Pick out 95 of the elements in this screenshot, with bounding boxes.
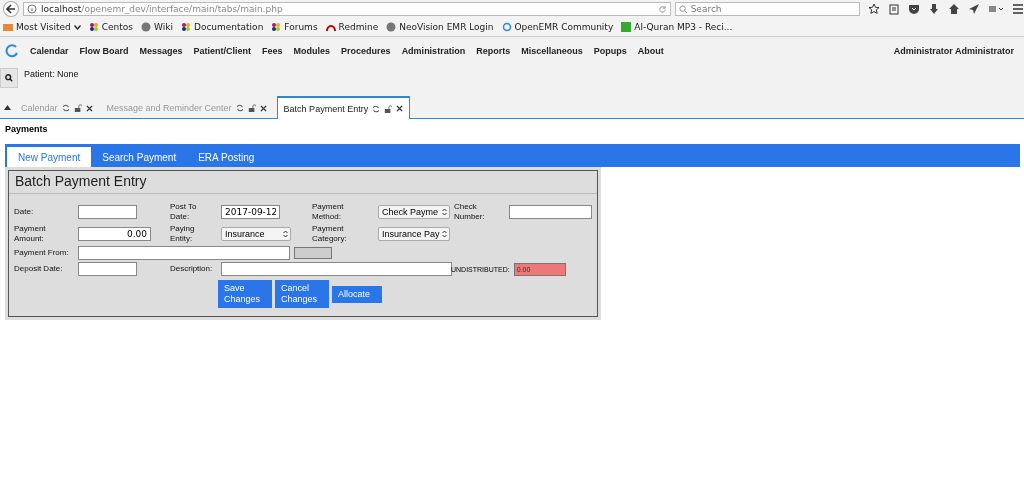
field-label: Payment Method: xyxy=(312,202,345,222)
field-label: Description: xyxy=(170,264,214,274)
caret-icon xyxy=(73,24,81,30)
address-bar[interactable]: localhost/openemr_dev/interface/main/tabs/main.php xyxy=(22,2,671,16)
bookmark[interactable]: Wiki xyxy=(141,22,173,32)
patient-label: Patient: None xyxy=(24,69,79,79)
date-field[interactable]: 2017-09-12 xyxy=(221,205,280,219)
bookmark[interactable]: OpenEMR Community xyxy=(501,22,614,32)
arc-icon xyxy=(325,22,336,32)
bookmark[interactable]: Documentation xyxy=(180,22,264,32)
arrow-icon xyxy=(4,3,17,15)
lock-icon[interactable] xyxy=(384,104,393,113)
search-icon xyxy=(5,74,13,82)
square-icon xyxy=(621,22,632,32)
field-label: Post To Date: xyxy=(170,202,198,222)
back-button[interactable] xyxy=(3,1,19,17)
menu-icon[interactable] xyxy=(1012,3,1024,15)
action-button[interactable]: Save Changes xyxy=(218,280,272,308)
star-icon[interactable] xyxy=(868,3,880,15)
send-icon[interactable] xyxy=(968,3,980,15)
lock-icon[interactable] xyxy=(247,104,256,112)
refresh-icon[interactable] xyxy=(61,104,70,112)
download-icon[interactable] xyxy=(928,3,940,15)
input-field[interactable] xyxy=(221,262,452,276)
field-label: Check Number: xyxy=(454,202,486,222)
url-text: localhost/openemr_dev/interface/main/tabs/main.php xyxy=(40,4,284,14)
flower-icon xyxy=(88,22,99,32)
field-label: Payment Category: xyxy=(312,224,348,244)
globe-icon xyxy=(386,22,397,32)
bookmark[interactable]: NeoVision EMR Login xyxy=(386,22,494,32)
lookup-box[interactable] xyxy=(294,247,332,259)
form-title: Batch Payment Entry xyxy=(9,171,597,194)
tab[interactable]: New Payment xyxy=(7,147,92,167)
search-icon xyxy=(678,4,688,14)
refresh-icon[interactable] xyxy=(235,104,244,112)
clipboard-icon[interactable] xyxy=(888,3,900,15)
close-icon[interactable] xyxy=(396,105,404,112)
pocket-icon[interactable] xyxy=(908,3,920,15)
folder-icon xyxy=(3,22,13,32)
select-field[interactable]: Insurance Pay xyxy=(378,227,450,241)
extension-icon[interactable] xyxy=(988,3,1004,15)
input-field[interactable] xyxy=(509,205,592,219)
refresh-icon[interactable] xyxy=(372,104,381,113)
home-icon[interactable] xyxy=(948,3,960,15)
bookmark[interactable]: Most Visited xyxy=(3,22,81,32)
ring-icon xyxy=(501,22,512,32)
updown-icon xyxy=(283,230,288,238)
menu-item[interactable]: Calendar xyxy=(30,46,69,56)
field-label: Payment Amount: xyxy=(14,224,47,244)
bookmark[interactable]: Al-Quran MP3 - Reci... xyxy=(621,22,733,32)
updown-icon xyxy=(442,230,447,238)
globe-icon xyxy=(141,22,152,32)
select-field[interactable]: Insurance xyxy=(221,227,291,241)
info-icon xyxy=(26,4,37,14)
search-input[interactable]: Search xyxy=(690,4,851,14)
bookmark[interactable]: Forums xyxy=(271,22,318,32)
date-field[interactable] xyxy=(78,262,137,276)
action-button[interactable]: Cancel Changes xyxy=(275,280,329,308)
menu-item[interactable]: Flow Board xyxy=(79,46,129,56)
logo-icon[interactable] xyxy=(5,44,19,58)
bookmark[interactable]: Redmine xyxy=(325,22,379,32)
menu-item[interactable]: Administration xyxy=(401,46,466,56)
flower-icon xyxy=(271,22,282,32)
collapse-icon[interactable] xyxy=(4,105,11,110)
tab[interactable]: Batch Payment Entry xyxy=(276,96,411,119)
select-field[interactable]: Check Payme xyxy=(378,205,450,219)
menu-item[interactable]: Messages xyxy=(139,46,183,56)
input-field[interactable] xyxy=(78,246,290,260)
tab[interactable]: Search Payment xyxy=(91,147,188,167)
search-button[interactable] xyxy=(0,68,18,88)
updown-icon xyxy=(442,208,447,216)
field-label: Deposit Date: xyxy=(14,264,64,274)
close-icon[interactable] xyxy=(85,104,93,112)
flower-icon xyxy=(180,22,191,32)
page-title: Payments xyxy=(5,124,49,136)
menu-item[interactable]: Miscellaneous xyxy=(521,46,583,56)
menu-item[interactable]: Fees xyxy=(262,46,283,56)
menu-item[interactable]: About xyxy=(637,46,664,56)
lock-icon[interactable] xyxy=(73,104,82,112)
search-field[interactable]: Search xyxy=(674,2,860,16)
tab[interactable]: ERA Posting xyxy=(187,147,266,167)
menu-item[interactable]: Popups xyxy=(593,46,627,56)
action-button[interactable]: Allocate xyxy=(332,285,382,303)
user-name[interactable]: Administrator Administrator xyxy=(893,46,1014,56)
field-label: Date: xyxy=(14,207,35,217)
amount-field[interactable]: 0.00 xyxy=(78,227,151,241)
menu-item[interactable]: Modules xyxy=(293,46,331,56)
bookmark[interactable]: Centos xyxy=(88,22,134,32)
field-label: Payment From: xyxy=(14,248,70,258)
menu-item[interactable]: Procedures xyxy=(341,46,391,56)
field-label: Paying Entity: xyxy=(170,224,196,244)
menu-item[interactable]: Reports xyxy=(476,46,511,56)
menu-item[interactable]: Patient/Client xyxy=(193,46,252,56)
date-field[interactable] xyxy=(78,205,137,219)
close-icon[interactable] xyxy=(259,104,267,112)
